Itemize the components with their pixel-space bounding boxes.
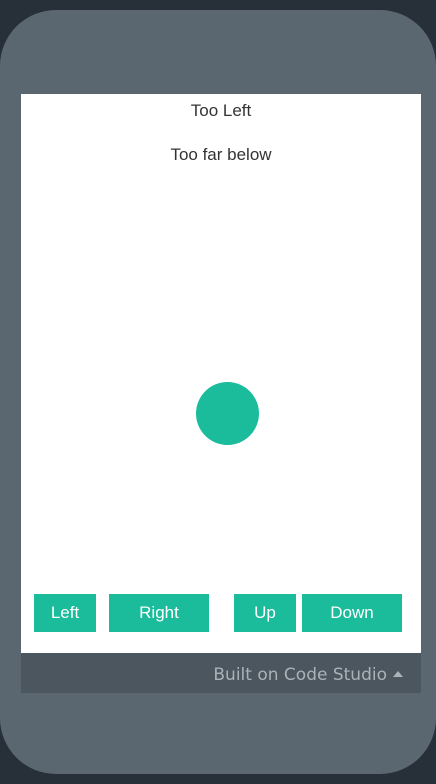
left-button[interactable]: Left (34, 594, 96, 632)
horizontal-status-label: Too Left (190, 101, 252, 120)
down-button[interactable]: Down (302, 594, 402, 632)
ball-sprite (196, 382, 259, 445)
right-button[interactable]: Right (109, 594, 209, 632)
built-on-label: Built on Code Studio (213, 665, 387, 685)
up-button[interactable]: Up (234, 594, 296, 632)
app-screen: Too Left Too far below Left Right Up Dow… (21, 94, 421, 653)
vertical-status-label: Too far below (170, 145, 272, 164)
footer-bar: Built on Code Studio (21, 653, 421, 693)
caret-up-icon (393, 671, 403, 677)
built-on-code-studio-link[interactable]: Built on Code Studio (213, 653, 403, 693)
